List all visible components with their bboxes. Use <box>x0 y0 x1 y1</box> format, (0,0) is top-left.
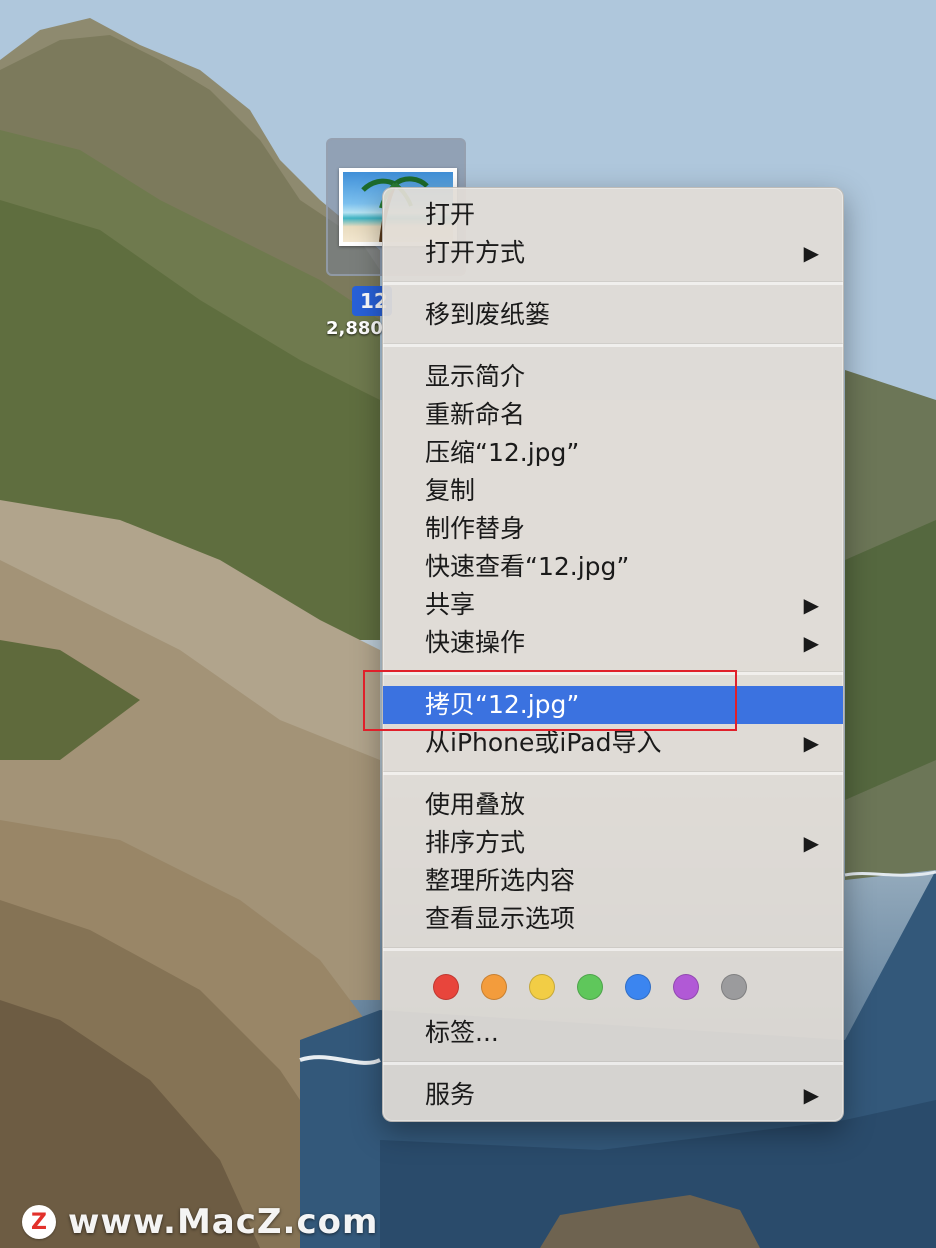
tag-red-dot[interactable] <box>433 974 459 1000</box>
menu-item-label: 查看显示选项 <box>425 904 576 933</box>
menu-item-label: 使用叠放 <box>425 790 526 819</box>
menu-item-label: 制作替身 <box>425 514 526 543</box>
submenu-arrow-icon: ▶ <box>803 1083 819 1107</box>
menu-separator <box>383 948 843 951</box>
menu-item-label: 快速查看“12.jpg” <box>425 552 630 581</box>
menu-item-clean-up-selection[interactable]: 整理所选内容 <box>383 862 843 900</box>
menu-item-open[interactable]: 打开 <box>383 196 843 234</box>
context-menu: 打开 打开方式 ▶ 移到废纸篓 显示简介 重新命名 压缩“12.jpg” 复制 … <box>382 187 844 1122</box>
watermark-text: www.MacZ.com <box>68 1202 379 1242</box>
menu-item-label: 复制 <box>425 476 476 505</box>
menu-separator <box>383 772 843 775</box>
menu-item-quick-look[interactable]: 快速查看“12.jpg” <box>383 548 843 586</box>
menu-item-label: 显示简介 <box>425 362 526 391</box>
submenu-arrow-icon: ▶ <box>803 731 819 755</box>
menu-separator <box>383 672 843 675</box>
menu-item-label: 压缩“12.jpg” <box>425 438 580 467</box>
menu-separator <box>383 1062 843 1065</box>
tag-purple-dot[interactable] <box>673 974 699 1000</box>
menu-item-compress[interactable]: 压缩“12.jpg” <box>383 434 843 472</box>
menu-item-use-stacks[interactable]: 使用叠放 <box>383 786 843 824</box>
menu-item-label: 排序方式 <box>425 828 526 857</box>
tag-yellow-dot[interactable] <box>529 974 555 1000</box>
menu-item-duplicate[interactable]: 复制 <box>383 472 843 510</box>
submenu-arrow-icon: ▶ <box>803 831 819 855</box>
menu-item-make-alias[interactable]: 制作替身 <box>383 510 843 548</box>
tag-gray-dot[interactable] <box>721 974 747 1000</box>
menu-item-import-from-iphone[interactable]: 从iPhone或iPad导入 ▶ <box>383 724 843 762</box>
menu-separator <box>383 344 843 347</box>
menu-item-label: 拷贝“12.jpg” <box>425 690 580 719</box>
menu-item-label: 快速操作 <box>425 628 526 657</box>
menu-item-sort-by[interactable]: 排序方式 ▶ <box>383 824 843 862</box>
menu-item-label: 服务 <box>425 1080 476 1109</box>
menu-item-show-view-options[interactable]: 查看显示选项 <box>383 900 843 938</box>
menu-item-label: 移到废纸篓 <box>425 300 551 329</box>
menu-separator <box>383 282 843 285</box>
tag-blue-dot[interactable] <box>625 974 651 1000</box>
file-size-label: 2,880 <box>326 318 383 339</box>
menu-item-rename[interactable]: 重新命名 <box>383 396 843 434</box>
submenu-arrow-icon: ▶ <box>803 593 819 617</box>
menu-item-quick-actions[interactable]: 快速操作 ▶ <box>383 624 843 662</box>
menu-item-label: 整理所选内容 <box>425 866 576 895</box>
tag-color-row <box>433 974 747 1000</box>
menu-item-label: 重新命名 <box>425 400 526 429</box>
menu-item-label: 打开方式 <box>425 238 526 267</box>
menu-item-label: 打开 <box>425 200 476 229</box>
menu-item-get-info[interactable]: 显示简介 <box>383 358 843 396</box>
menu-item-label: 从iPhone或iPad导入 <box>425 728 662 757</box>
tag-orange-dot[interactable] <box>481 974 507 1000</box>
submenu-arrow-icon: ▶ <box>803 241 819 265</box>
submenu-arrow-icon: ▶ <box>803 631 819 655</box>
watermark: Z www.MacZ.com <box>22 1200 378 1244</box>
tag-green-dot[interactable] <box>577 974 603 1000</box>
menu-item-tags[interactable]: 标签... <box>383 1014 843 1052</box>
menu-item-move-to-trash[interactable]: 移到废纸篓 <box>383 296 843 334</box>
menu-item-copy[interactable]: 拷贝“12.jpg” <box>383 686 843 724</box>
macz-logo-icon: Z <box>22 1205 56 1239</box>
menu-item-open-with[interactable]: 打开方式 ▶ <box>383 234 843 272</box>
menu-item-label: 共享 <box>425 590 476 619</box>
menu-item-share[interactable]: 共享 ▶ <box>383 586 843 624</box>
menu-item-label: 标签... <box>425 1018 499 1047</box>
menu-item-services[interactable]: 服务 ▶ <box>383 1076 843 1114</box>
